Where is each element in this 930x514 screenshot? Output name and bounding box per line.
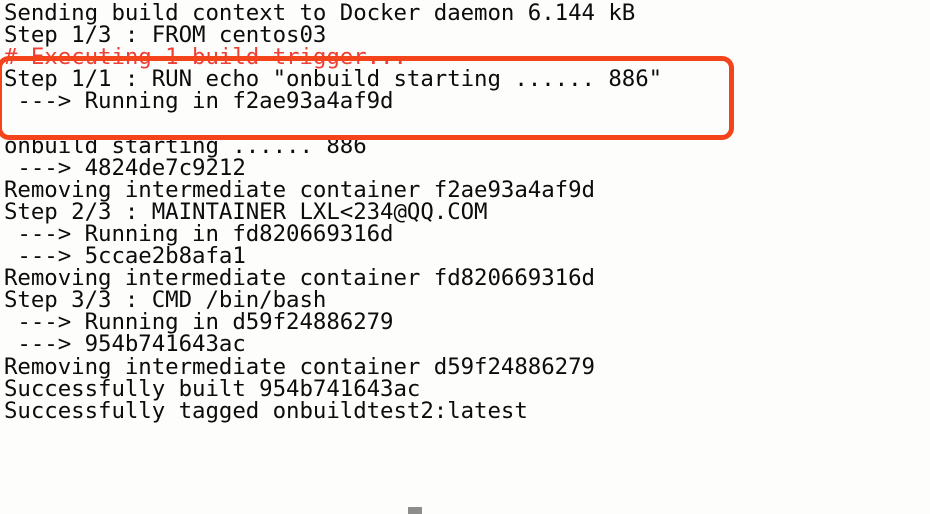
terminal-line: ---> Running in f2ae93a4af9d	[4, 88, 394, 115]
terminal-log-list: Sending build context to Docker daemon 6…	[4, 2, 930, 422]
terminal-line: ---> 954b741643ac	[4, 331, 246, 358]
terminal-line: Sending build context to Docker daemon 6…	[4, 0, 636, 26]
terminal-line: ---> Running in fd820669316d	[4, 220, 394, 247]
terminal-line: Removing intermediate container f2ae93a4…	[4, 176, 595, 203]
terminal-line: Step 2/3 : MAINTAINER LXL<234@QQ.COM	[4, 198, 488, 225]
terminal-line: Step 1/3 : FROM centos03	[4, 22, 327, 49]
terminal-line: Step 1/1 : RUN echo "onbuild starting ..…	[4, 66, 663, 93]
terminal-line: Removing intermediate container d59f2488…	[4, 353, 595, 380]
terminal-line: Step 3/3 : CMD /bin/bash	[4, 287, 327, 314]
terminal-line: ---> 5ccae2b8afa1	[4, 243, 246, 270]
terminal-line: ---> Running in d59f24886279	[4, 309, 394, 336]
terminal-line: Successfully built 954b741643ac	[4, 375, 421, 402]
terminal-output-pane[interactable]: Sending build context to Docker daemon 6…	[0, 0, 930, 514]
terminal-line: Removing intermediate container fd820669…	[4, 265, 595, 292]
terminal-line: Successfully tagged onbuildtest2:latest	[4, 397, 528, 424]
terminal-line: ---> 4824de7c9212	[4, 154, 246, 181]
terminal-line: # Executing 1 build trigger...	[4, 44, 407, 71]
terminal-line: onbuild starting ...... 886	[4, 132, 367, 159]
terminal-cursor	[408, 507, 422, 514]
